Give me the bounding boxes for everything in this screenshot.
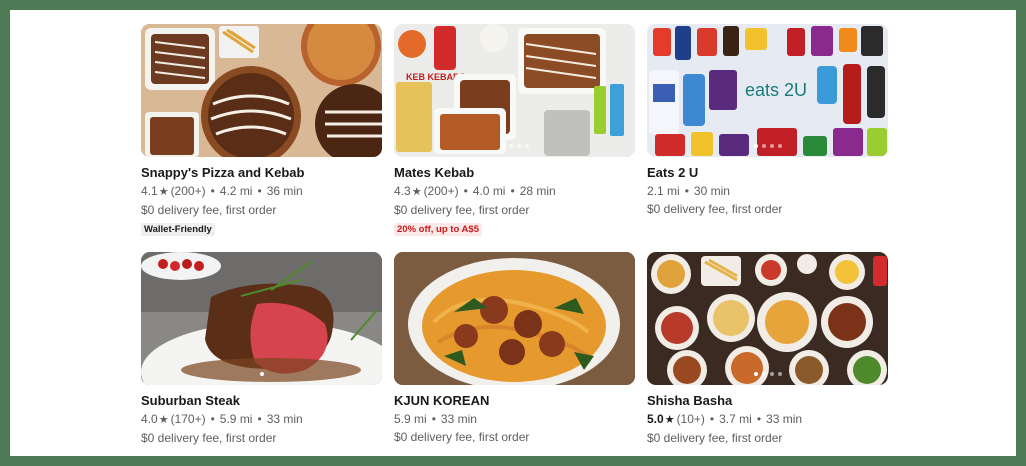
carousel-dot-icon[interactable] <box>516 144 521 148</box>
store-eta: 33 min <box>440 412 477 426</box>
store-meta: 4.1★ (200+) • 4.2 mi • 36 min <box>141 184 303 198</box>
carousel-dots[interactable] <box>394 144 635 148</box>
store-distance: 5.9 mi <box>394 412 427 426</box>
store-rating: 4.1 <box>141 184 158 198</box>
store-eta: 30 min <box>693 184 730 198</box>
store-name[interactable]: Mates Kebab <box>394 165 635 181</box>
store-delivery-fee: $0 delivery fee, first order <box>647 202 783 216</box>
store-delivery-fee: $0 delivery fee, first order <box>141 431 277 445</box>
store-card-eats-2-u[interactable]: eats 2U Eats 2 U 2.1 mi • 30 min $0 deli… <box>647 24 888 234</box>
store-image[interactable] <box>647 252 888 385</box>
store-meta: 5.0★ (10+) • 3.7 mi • 33 min <box>647 412 803 426</box>
carousel-dot-icon[interactable] <box>761 372 766 376</box>
store-card-suburban-steak[interactable]: Suburban Steak 4.0★ (170+) • 5.9 mi • 33 min … <box>141 252 382 456</box>
store-review-count: (200+) <box>423 184 459 198</box>
carousel-dot-icon[interactable] <box>777 144 782 148</box>
carousel-dots[interactable] <box>647 372 888 376</box>
store-distance: 4.2 mi <box>219 184 253 198</box>
store-image[interactable]: eats 2U <box>647 24 888 157</box>
store-eta: 36 min <box>266 184 303 198</box>
store-delivery-fee: $0 delivery fee, first order <box>141 203 277 217</box>
store-distance: 2.1 mi <box>647 184 680 198</box>
store-distance: 3.7 mi <box>719 412 752 426</box>
store-name[interactable]: Suburban Steak <box>141 393 382 409</box>
store-distance: 5.9 mi <box>219 412 253 426</box>
store-eta: 33 min <box>766 412 803 426</box>
store-delivery-fee: $0 delivery fee, first order <box>394 203 530 217</box>
carousel-dot-icon[interactable] <box>761 144 766 148</box>
store-image[interactable]: KEB KEBABS <box>394 24 635 157</box>
store-rating: 4.3 <box>394 184 411 198</box>
store-delivery-fee: $0 delivery fee, first order <box>394 430 530 444</box>
store-eta: 33 min <box>266 412 303 426</box>
carousel-dot-icon[interactable] <box>259 372 264 376</box>
carousel-dots[interactable] <box>141 372 382 376</box>
store-image[interactable] <box>394 252 635 385</box>
store-eta: 28 min <box>519 184 556 198</box>
carousel-dot-icon[interactable] <box>508 144 513 148</box>
star-icon: ★ <box>664 414 675 426</box>
store-grid: Snappy's Pizza and Kebab 4.1★ (200+) • 4.2 … <box>141 24 901 456</box>
store-review-count: (10+) <box>676 412 705 426</box>
store-name[interactable]: Snappy's Pizza and Kebab <box>141 165 382 181</box>
store-name[interactable]: Eats 2 U <box>647 165 888 181</box>
store-delivery-fee: $0 delivery fee, first order <box>647 431 783 445</box>
store-promo-badge: 20% off, up to A$5 <box>394 223 482 236</box>
store-name[interactable]: Shisha Basha <box>647 393 888 409</box>
store-card-snappys-pizza[interactable]: Snappy's Pizza and Kebab 4.1★ (200+) • 4.2 … <box>141 24 382 236</box>
carousel-dots[interactable] <box>647 144 888 148</box>
store-image[interactable] <box>141 24 382 157</box>
store-image[interactable] <box>141 252 382 385</box>
carousel-dot-icon[interactable] <box>769 144 774 148</box>
carousel-dot-icon[interactable] <box>753 144 758 148</box>
store-card-mates-kebab[interactable]: KEB KEBABS Mates Kebab 4.3★ (200+) • 4.0… <box>394 24 635 236</box>
store-list-frame: Snappy's Pizza and Kebab 4.1★ (200+) • 4.2 … <box>10 10 1016 456</box>
carousel-dot-icon[interactable] <box>769 372 774 376</box>
store-name[interactable]: KJUN KOREAN <box>394 393 635 409</box>
image-text: eats 2U <box>745 80 807 100</box>
store-meta: 4.0★ (170+) • 5.9 mi • 33 min <box>141 412 303 426</box>
store-card-kjun-korean[interactable]: KJUN KOREAN 5.9 mi • 33 min $0 delivery fe… <box>394 252 635 456</box>
store-review-count: (170+) <box>170 412 206 426</box>
store-badge: Wallet-Friendly <box>141 223 215 236</box>
store-review-count: (200+) <box>170 184 206 198</box>
store-meta: 4.3★ (200+) • 4.0 mi • 28 min <box>394 184 556 198</box>
store-rating: 5.0 <box>647 412 664 426</box>
star-icon: ★ <box>411 186 422 198</box>
carousel-dot-icon[interactable] <box>500 144 505 148</box>
store-meta: 5.9 mi • 33 min <box>394 412 477 426</box>
star-icon: ★ <box>158 186 169 198</box>
store-meta: 2.1 mi • 30 min <box>647 184 730 198</box>
store-rating: 4.0 <box>141 412 158 426</box>
store-distance: 4.0 mi <box>472 184 506 198</box>
carousel-dot-icon[interactable] <box>777 372 782 376</box>
store-card-shisha-basha[interactable]: Shisha Basha 5.0★ (10+) • 3.7 mi • 33 min $0 … <box>647 252 888 456</box>
star-icon: ★ <box>158 414 169 426</box>
carousel-dot-icon[interactable] <box>753 372 758 376</box>
carousel-dot-icon[interactable] <box>524 144 529 148</box>
